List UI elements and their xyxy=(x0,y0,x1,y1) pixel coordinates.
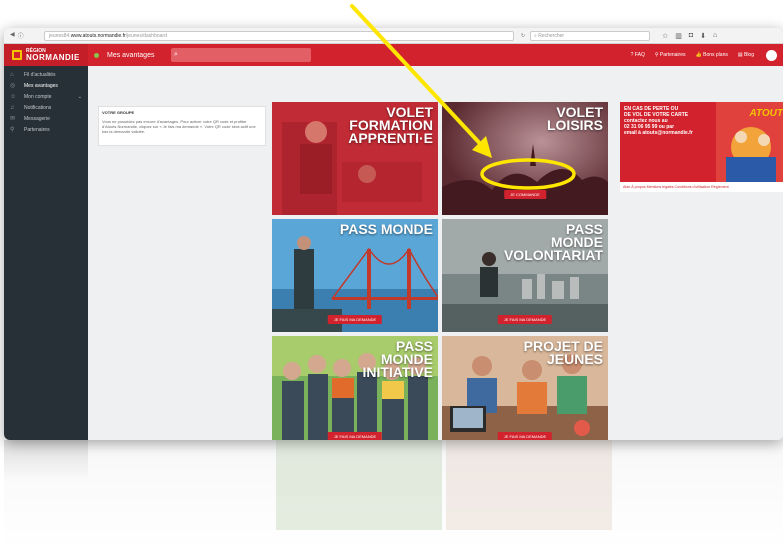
demande-button[interactable]: JE FAIS MA DEMANDE xyxy=(497,432,553,440)
home-icon: ⌂ xyxy=(10,71,14,78)
sidebar-item-notifications[interactable]: ♫ Notifications xyxy=(4,102,88,113)
user-icon: ☺ xyxy=(10,93,17,100)
topnav-bons-plans-label: Bons plans xyxy=(703,52,728,58)
topnav-blog[interactable]: ▤ Blog xyxy=(738,52,754,58)
sidebar-item-label: Partenaires xyxy=(24,126,50,133)
tile-title: VOLET FORMATION APPRENTI·E xyxy=(348,104,433,146)
sidebar-item-partenaires[interactable]: ⚲ Partenaires xyxy=(4,124,88,135)
tile-title-line: APPRENTI·E xyxy=(348,130,433,146)
tile-title-line: JEUNES xyxy=(546,351,603,367)
sidebar-item-fil[interactable]: ⌂ Fil d'actualités xyxy=(4,69,88,80)
tile-title: PROJET DE JEUNES xyxy=(524,338,603,367)
url-bar[interactable]: jeunes84. www.atouts.normandie.fr /jeune… xyxy=(44,30,514,41)
gift-icon: ◎ xyxy=(10,83,16,89)
map-pin-icon: ⚲ xyxy=(654,52,659,58)
chevron-down-icon: ⌄ xyxy=(77,93,82,100)
tile-title-line: LOISIRS xyxy=(546,117,603,133)
sidebar-item-avantages[interactable]: ◎ Mes avantages xyxy=(4,80,88,91)
tile-title-line: INITIATIVE xyxy=(362,364,433,380)
topnav-faq-label: FAQ xyxy=(634,52,645,58)
reflection-graphic xyxy=(4,440,612,530)
main-content: VOTRE GROUPE Vous ne possédez pas encore… xyxy=(88,66,783,440)
avatar[interactable] xyxy=(766,49,777,61)
tile-title-line: PASS MONDE xyxy=(339,221,433,237)
footer-links[interactable]: Aide À propos Mentions légales Condition… xyxy=(620,182,783,192)
pin-icon: ⚲ xyxy=(10,127,15,133)
tile-pass-monde-initiative[interactable]: PASS MONDE INITIATIVE JE FAIS MA DEMANDE xyxy=(272,336,438,440)
tile-title: VOLET LOISIRS xyxy=(546,104,603,133)
page: ◀ ⓘ jeunes84. www.atouts.normandie.fr /j… xyxy=(0,0,783,560)
browser-window: ◀ ⓘ jeunes84. www.atouts.normandie.fr /j… xyxy=(4,28,783,440)
sidebar-item-label: Mon compte xyxy=(24,93,52,100)
download-icon[interactable]: ⬇ xyxy=(700,32,706,40)
star-icon[interactable]: ☆ xyxy=(662,32,668,40)
demande-button[interactable]: JE FAIS MA DEMANDE xyxy=(327,315,383,324)
brand-big: NORMANDIE xyxy=(26,52,80,62)
topnav-partenaires[interactable]: ⚲ Partenaires xyxy=(655,52,686,58)
search-icon: ⌕ xyxy=(174,51,178,58)
tile-loisirs[interactable]: VOLET LOISIRS JE COMMANDE xyxy=(442,102,608,215)
bell-icon: ♫ xyxy=(10,104,15,111)
page-title: Mes avantages xyxy=(107,51,155,59)
top-nav: ? FAQ ⚲ Partenaires 👍 Bons plans ▤ Blog xyxy=(631,49,777,61)
tile-title: PASS MONDE xyxy=(339,221,433,237)
browser-toolbar: ◀ ⓘ jeunes84. www.atouts.normandie.fr /j… xyxy=(4,28,783,44)
banner-line: email à atouts@normandie.fr xyxy=(624,130,693,136)
sidebar-item-messagerie[interactable]: ✉ Messagerie xyxy=(4,113,88,124)
tile-title: PASS MONDE VOLONTARIAT xyxy=(503,221,603,263)
demande-button[interactable]: JE FAIS MA DEMANDE xyxy=(497,315,553,324)
group-info-card: VOTRE GROUPE Vous ne possédez pas encore… xyxy=(98,106,266,146)
browser-actions: ☆ ▥ ◘ ⬇ ⌂ xyxy=(662,32,717,40)
topnav-partenaires-label: Partenaires xyxy=(659,52,686,58)
sidebar-item-label: Messagerie xyxy=(24,115,50,122)
url-path: /jeunes/dashboard xyxy=(125,32,167,39)
tile-title-line: VOLONTARIAT xyxy=(503,247,603,263)
info-card-title: VOTRE GROUPE xyxy=(102,110,135,115)
browser-search-placeholder: Rechercher xyxy=(538,32,565,39)
tile-formation-apprenti[interactable]: VOLET FORMATION APPRENTI·E xyxy=(272,102,438,215)
sidebar-item-label: Mes avantages xyxy=(24,82,58,89)
app-search-input[interactable]: ⌕ xyxy=(171,48,311,62)
brand-logo[interactable]: RÉGION NORMANDIE xyxy=(4,44,88,66)
help-icon: ? xyxy=(630,52,634,58)
demande-button[interactable]: JE FAIS MA DEMANDE xyxy=(327,432,383,440)
topnav-blog-label: Blog xyxy=(743,52,754,58)
tile-title: PASS MONDE INITIATIVE xyxy=(362,338,433,380)
app-header: RÉGION NORMANDIE Mes avantages ⌕ ? FAQ ⚲… xyxy=(4,44,783,66)
pocket-icon[interactable]: ◘ xyxy=(689,32,693,40)
info-card-text: Vous ne possédez pas encore d'avantages.… xyxy=(102,119,256,134)
url-prefix: jeunes84. xyxy=(49,32,71,39)
tile-projet-jeunes[interactable]: PROJET DE JEUNES JE FAIS MA DEMANDE xyxy=(442,336,608,440)
url-host: www.atouts.normandie.fr xyxy=(70,32,126,39)
mail-icon: ✉ xyxy=(10,116,16,122)
sidebar-item-label: Fil d'actualités xyxy=(24,71,56,78)
banner-text: EN CAS DE PERTE OU DE VOL DE VOTRE CARTE… xyxy=(624,106,714,136)
brand-text: RÉGION NORMANDIE xyxy=(26,48,80,62)
screen-reflection xyxy=(4,440,783,560)
home-icon[interactable]: ⌂ xyxy=(713,32,717,40)
blog-icon: ▤ xyxy=(737,52,743,58)
commande-button[interactable]: JE COMMANDE xyxy=(504,190,546,199)
sidebar-item-label: Notifications xyxy=(24,104,52,111)
thumbs-up-icon: 👍 xyxy=(695,52,702,58)
refresh-icon[interactable]: ↻ xyxy=(518,33,528,39)
nav-buttons: ◀ ⓘ xyxy=(10,31,40,40)
region-flag-icon xyxy=(12,50,22,60)
back-icon[interactable]: ◀ xyxy=(10,31,15,40)
sidebar: ⌂ Fil d'actualités ◎ Mes avantages ☺ Mon co… xyxy=(4,66,88,440)
lost-card-banner[interactable]: EN CAS DE PERTE OU DE VOL DE VOTRE CARTE… xyxy=(620,102,783,182)
library-icon[interactable]: ▥ xyxy=(675,32,682,40)
tile-pass-monde-volontariat[interactable]: PASS MONDE VOLONTARIAT JE FAIS MA DEMAND… xyxy=(442,219,608,332)
topnav-bons-plans[interactable]: 👍 Bons plans xyxy=(695,52,727,58)
info-icon[interactable]: ⓘ xyxy=(18,31,24,40)
tile-pass-monde[interactable]: PASS MONDE JE FAIS MA DEMANDE xyxy=(272,219,438,332)
topnav-faq[interactable]: ? FAQ xyxy=(631,52,645,58)
sidebar-item-compte[interactable]: ☺ Mon compte ⌄ xyxy=(4,91,88,102)
status-dot-icon xyxy=(94,52,99,58)
browser-search-input[interactable]: ⌕ Rechercher xyxy=(530,30,650,41)
atouts-logo: ATOUT xyxy=(749,108,783,119)
